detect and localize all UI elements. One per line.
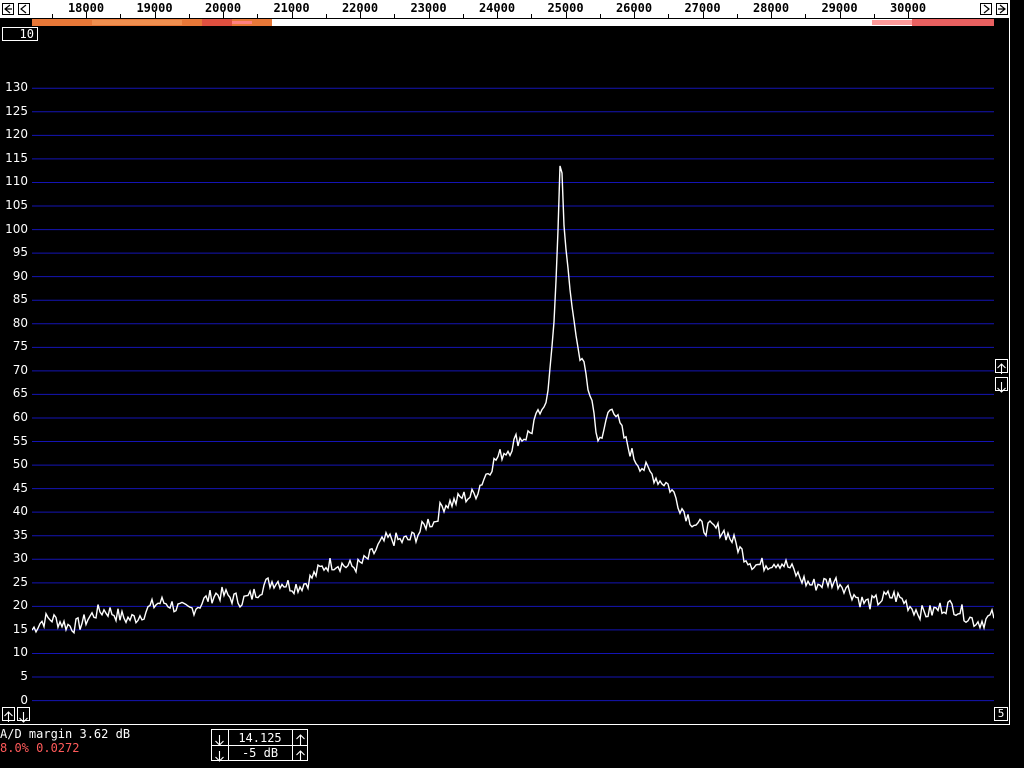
- frequency-tick: [462, 14, 464, 18]
- bottom-right-field[interactable]: 5: [994, 707, 1008, 721]
- y-axis-label: 65: [12, 386, 28, 401]
- window-border-bottom: [0, 724, 1010, 725]
- frequency-tick: [120, 14, 122, 18]
- chevron-right-icon: [983, 4, 990, 14]
- y-axis-label: 90: [12, 268, 28, 283]
- y-axis-label: 55: [12, 433, 28, 448]
- frequency-tick: [51, 14, 53, 18]
- frequency-tick: [873, 14, 875, 18]
- arrow-right-icon: [998, 4, 1006, 14]
- amplitude-up-button[interactable]: [995, 359, 1008, 374]
- arrow-down-icon: [215, 735, 224, 746]
- arrow-up-icon: [296, 734, 305, 745]
- y-axis-label: 15: [12, 621, 28, 636]
- gain-control-box: 14.125 -5 dB: [211, 729, 308, 762]
- ctrl-divider-left: [228, 730, 229, 760]
- frequency-tick: [702, 12, 704, 18]
- frequency-tick: [668, 14, 670, 18]
- y-axis-label: 75: [12, 339, 28, 354]
- averaging-field[interactable]: 10: [2, 27, 38, 41]
- frequency-tick: [634, 12, 635, 18]
- arrow-down-icon: [19, 712, 28, 723]
- zero-value[interactable]: -5 dB: [230, 746, 290, 760]
- frequency-tick: [188, 14, 190, 18]
- y-axis-label: 120: [5, 127, 28, 142]
- frequency-tick: [531, 14, 533, 18]
- frequency-tick: [497, 12, 498, 18]
- offset-up-button[interactable]: [2, 707, 15, 722]
- chevron-left-icon: [20, 4, 27, 14]
- frequency-tick: [154, 12, 156, 18]
- arrow-up-icon: [4, 711, 13, 722]
- frequency-tick: [736, 14, 738, 18]
- frequency-tick: [394, 14, 396, 18]
- y-axis-label: 10: [12, 645, 28, 660]
- y-axis-label: 0: [20, 692, 28, 707]
- amplitude-down-button[interactable]: [995, 377, 1008, 393]
- frequency-tick: [805, 14, 807, 18]
- scroll-right-button[interactable]: [996, 3, 1008, 15]
- spectrum-trace: [32, 165, 994, 635]
- frequency-tick: [428, 12, 430, 18]
- y-axis-label: 130: [5, 80, 28, 95]
- y-axis-label: 105: [5, 198, 28, 212]
- offset-down-button[interactable]: [17, 707, 30, 723]
- ad-percent-status: 8.0% 0.0272: [0, 741, 80, 755]
- window-border-right: [1009, 0, 1010, 725]
- arrow-down-icon: [997, 382, 1006, 393]
- y-axis-label: 110: [5, 174, 28, 189]
- ad-margin-status: A/D margin 3.62 dB: [0, 727, 131, 741]
- zero-up-button[interactable]: [295, 747, 306, 766]
- y-axis-label: 25: [12, 574, 28, 589]
- frequency-tick: [599, 14, 601, 18]
- zoom-right-button[interactable]: [980, 3, 992, 15]
- y-axis-label: 45: [12, 480, 28, 495]
- frequency-tick: [771, 12, 772, 18]
- frequency-tick: [565, 12, 567, 18]
- frequency-tick: [86, 12, 87, 18]
- zero-down-button[interactable]: [214, 747, 225, 766]
- gain-value[interactable]: 14.125: [230, 731, 290, 745]
- y-axis-label: 40: [12, 504, 28, 519]
- arrow-up-icon: [296, 750, 305, 761]
- y-axis-label: 30: [12, 551, 28, 566]
- y-axis-label: 95: [12, 245, 28, 260]
- y-axis-label: 70: [12, 362, 28, 377]
- y-axis-label: 5: [20, 669, 28, 684]
- frequency-tick: [839, 12, 841, 18]
- y-axis-label: 35: [12, 527, 28, 542]
- waterfall-strip: [32, 19, 994, 26]
- frequency-tick: [360, 12, 361, 18]
- ctrl-divider-right: [292, 730, 293, 760]
- y-axis-label: 50: [12, 457, 28, 472]
- arrow-down-icon: [215, 751, 224, 762]
- y-axis-label: 125: [5, 103, 28, 118]
- frequency-tick: [291, 12, 293, 18]
- frequency-tick: [908, 12, 909, 18]
- y-axis-label: 20: [12, 598, 28, 613]
- zoom-left-button[interactable]: [18, 3, 30, 15]
- y-axis-label: 100: [5, 221, 28, 236]
- frequency-tick: [257, 14, 259, 18]
- y-axis-label: 60: [12, 409, 28, 424]
- spectrum-plot: [32, 87, 994, 702]
- y-axis-label: 80: [12, 315, 28, 330]
- y-axis-label: 115: [5, 150, 28, 165]
- frequency-tick: [325, 14, 327, 18]
- scroll-left-button[interactable]: [2, 3, 14, 15]
- y-axis-label: 85: [12, 292, 28, 307]
- arrow-up-icon: [997, 363, 1006, 374]
- arrow-left-icon: [4, 4, 12, 14]
- frequency-tick: [223, 12, 224, 18]
